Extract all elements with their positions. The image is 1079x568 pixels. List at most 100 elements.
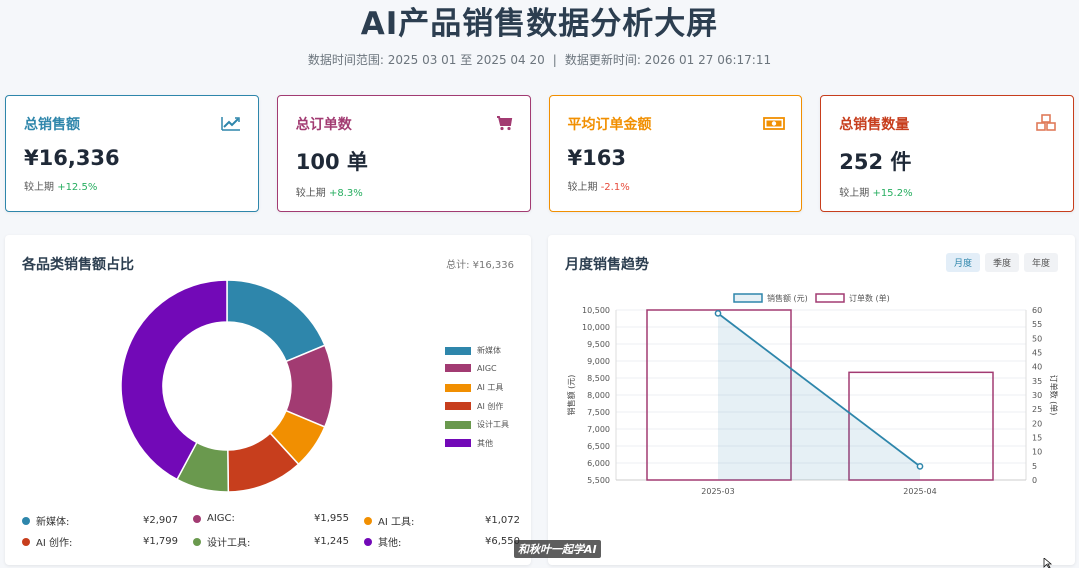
y-tick-label: 8,500 [587, 374, 610, 383]
category-share-panel: 各品类销售额占比 总计: ¥16,336 新媒体 AIGC AI 工具 AI 创作 设计… [5, 235, 531, 565]
y2-axis-title: 订单数 (单) [1049, 375, 1059, 416]
stat-name: 设计工具: [207, 538, 251, 549]
kpi-title: 总订单数 [295, 117, 352, 133]
y-tick-label: 6,500 [587, 442, 610, 451]
compare-label: 较上期 [567, 182, 598, 193]
legend-swatch[interactable] [733, 293, 763, 303]
category-stat: AIGC: ¥1,955 [193, 513, 349, 524]
legend-swatch [445, 439, 471, 447]
kpi-compare: 较上期 +8.3% [296, 184, 512, 199]
y2-tick-label: 60 [1032, 306, 1042, 315]
legend-item[interactable]: 设计工具 [445, 419, 509, 430]
category-stat: AI 创作: ¥1,799 [22, 534, 178, 549]
legend-label: AI 工具 [477, 383, 504, 392]
kpi-delta: +15.2% [872, 188, 913, 199]
legend-label: 其他 [477, 438, 493, 448]
stat-value: ¥2,907 [143, 515, 178, 526]
x-tick-label: 2025-03 [701, 487, 734, 496]
pie-slice[interactable] [226, 280, 326, 363]
kpi-title: 平均订单金额 [567, 117, 652, 133]
stat-dot [193, 537, 201, 546]
legend-item[interactable]: AIGC [445, 364, 497, 373]
period-tabs: 月度 季度 年度 [945, 253, 1058, 272]
legend-label[interactable]: 订单数 (单) [849, 293, 890, 303]
stat-value: ¥1,072 [485, 515, 520, 526]
category-stat: AI 工具: ¥1,072 [364, 513, 520, 528]
y2-tick-label: 15 [1032, 434, 1042, 443]
stat-name: AIGC: [207, 513, 235, 524]
y-tick-label: 10,000 [582, 323, 610, 332]
panel-title: 月度销售趋势 [565, 257, 649, 273]
stat-dot [22, 516, 30, 525]
stat-name: 其他: [378, 538, 402, 549]
legend-swatch [445, 420, 471, 429]
data-point[interactable] [714, 310, 722, 317]
stat-name: 新媒体: [36, 517, 70, 528]
separator: | [552, 53, 557, 67]
monthly-trend-panel: 月度销售趋势 月度 季度 年度 5,500 6,000 6,500 7,000 7,50… [548, 235, 1075, 565]
y-tick-label: 5,500 [587, 476, 610, 485]
update-time: 数据更新时间: 2026 01 27 06:17:11 [564, 53, 772, 67]
category-stat: 设计工具: ¥1,245 [193, 534, 349, 549]
category-stat: 其他: ¥6,550 [364, 534, 520, 549]
stat-value: ¥1,245 [314, 536, 349, 547]
y-tick-label: 7,000 [587, 425, 610, 434]
legend-swatch[interactable] [815, 293, 845, 303]
tab-quarterly[interactable]: 季度 [984, 253, 1019, 272]
y2-tick-label: 40 [1032, 363, 1042, 372]
date-range: 数据时间范围: 2025 03 01 至 2025 04 20 [307, 53, 545, 67]
kpi-title: 总销售额 [24, 117, 80, 133]
y-tick-label: 6,000 [587, 459, 610, 468]
kpi-title: 总销售数量 [839, 117, 910, 133]
stat-dot [364, 537, 372, 546]
legend-item[interactable]: 其他 [445, 438, 493, 449]
y2-tick-label: 30 [1032, 391, 1042, 400]
kpi-delta: +8.3% [328, 188, 363, 199]
y2-tick-label: 25 [1032, 405, 1042, 414]
y-tick-label: 7,500 [587, 408, 610, 417]
y2-tick-label: 45 [1032, 349, 1042, 358]
tab-yearly[interactable]: 年度 [1023, 253, 1058, 272]
y2-tick-label: 0 [1032, 476, 1037, 485]
legend-label: 新媒体 [477, 346, 501, 355]
watermark: 和秋叶一起学AI [514, 540, 601, 558]
kpi-value: ¥16,336 [24, 146, 120, 170]
kpi-compare: 较上期 +12.5% [24, 178, 240, 193]
stat-dot [193, 514, 201, 523]
kpi-total-sales: 总销售额 ¥16,336 较上期 +12.5% [5, 95, 259, 212]
stat-dot [22, 537, 30, 546]
legend-item[interactable]: 新媒体 [445, 345, 501, 356]
legend-swatch [445, 364, 471, 372]
page-title: AI产品销售数据分析大屏 [360, 6, 719, 42]
legend-label: AIGC [477, 363, 497, 373]
y2-tick-label: 20 [1032, 419, 1042, 428]
kpi-value: ¥163 [567, 146, 626, 170]
compare-label: 较上期 [839, 188, 870, 199]
legend-item[interactable]: AI 创作 [445, 401, 503, 412]
kpi-row: 总销售额 ¥16,336 较上期 +12.5% 总订单数 100 单 较上期 +… [5, 95, 1074, 212]
kpi-value: 252 件 [839, 150, 912, 174]
y-axis-title: 销售额 (元) [566, 375, 576, 416]
kpi-compare: 较上期 +15.2% [839, 184, 1055, 199]
kpi-total-quantity: 总销售数量 252 件 较上期 +15.2% [820, 95, 1074, 212]
stat-value: ¥1,955 [314, 513, 349, 524]
stat-value: ¥1,799 [143, 536, 178, 547]
kpi-delta: +12.5% [57, 182, 98, 193]
y2-tick-label: 10 [1032, 448, 1042, 457]
legend-swatch [445, 383, 471, 392]
legend-label[interactable]: 销售额 (元) [767, 293, 808, 303]
legend-label: 设计工具 [477, 420, 509, 429]
y-tick-label: 8,000 [587, 391, 610, 400]
legend-swatch [445, 402, 471, 410]
legend-swatch [445, 346, 471, 355]
cart-icon [496, 116, 512, 131]
stat-name: AI 创作: [36, 538, 73, 549]
y2-tick-label: 5 [1032, 462, 1037, 471]
tab-monthly[interactable]: 月度 [945, 253, 980, 272]
kpi-avg-order: 平均订单金额 ¥163 较上期 -2.1% [548, 95, 803, 212]
legend-item[interactable]: AI 工具 [445, 382, 503, 393]
data-point[interactable] [916, 463, 924, 470]
stat-name: AI 工具: [378, 517, 415, 528]
y2-tick-label: 35 [1032, 377, 1042, 386]
kpi-delta: -2.1% [600, 182, 630, 193]
